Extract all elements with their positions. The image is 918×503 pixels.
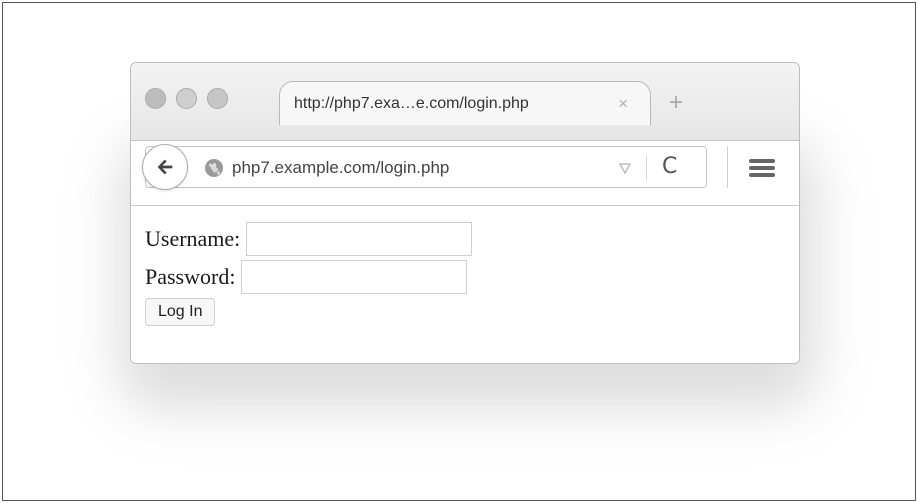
address-bar-divider	[646, 156, 647, 180]
toolbar-divider	[727, 146, 728, 188]
hamburger-menu-icon[interactable]	[749, 159, 775, 177]
password-label: Password:	[145, 264, 236, 289]
browser-window: http://php7.exa…e.com/login.php × + php7…	[130, 62, 800, 364]
close-tab-icon[interactable]: ×	[618, 94, 628, 114]
back-arrow-glyph	[157, 159, 173, 175]
reload-icon[interactable]: C	[662, 154, 677, 179]
menu-line	[749, 166, 775, 170]
address-bar[interactable]: php7.example.com/login.php C	[142, 144, 707, 190]
dropdown-arrow-icon[interactable]	[618, 161, 632, 175]
minimize-window-button[interactable]	[176, 88, 197, 109]
username-label: Username:	[145, 226, 241, 251]
browser-tab[interactable]: http://php7.exa…e.com/login.php ×	[279, 81, 651, 125]
globe-icon	[205, 159, 223, 177]
new-tab-icon[interactable]: +	[669, 91, 683, 115]
close-window-button[interactable]	[145, 88, 166, 109]
zoom-window-button[interactable]	[207, 88, 228, 109]
login-button[interactable]: Log In	[145, 298, 216, 326]
username-row: Username:	[145, 222, 473, 256]
menu-line	[749, 173, 775, 177]
window-controls	[145, 88, 228, 109]
back-arrow-icon[interactable]	[142, 144, 188, 190]
password-input[interactable]	[241, 260, 468, 294]
username-input[interactable]	[246, 222, 473, 256]
menu-line	[749, 159, 775, 163]
password-row: Password:	[145, 260, 468, 294]
page-content: Username: Password: Log In	[131, 205, 799, 363]
browser-toolbar: http://php7.exa…e.com/login.php × + php7…	[131, 63, 799, 190]
url-text: php7.example.com/login.php	[232, 158, 450, 177]
tab-title: http://php7.exa…e.com/login.php	[294, 95, 529, 112]
